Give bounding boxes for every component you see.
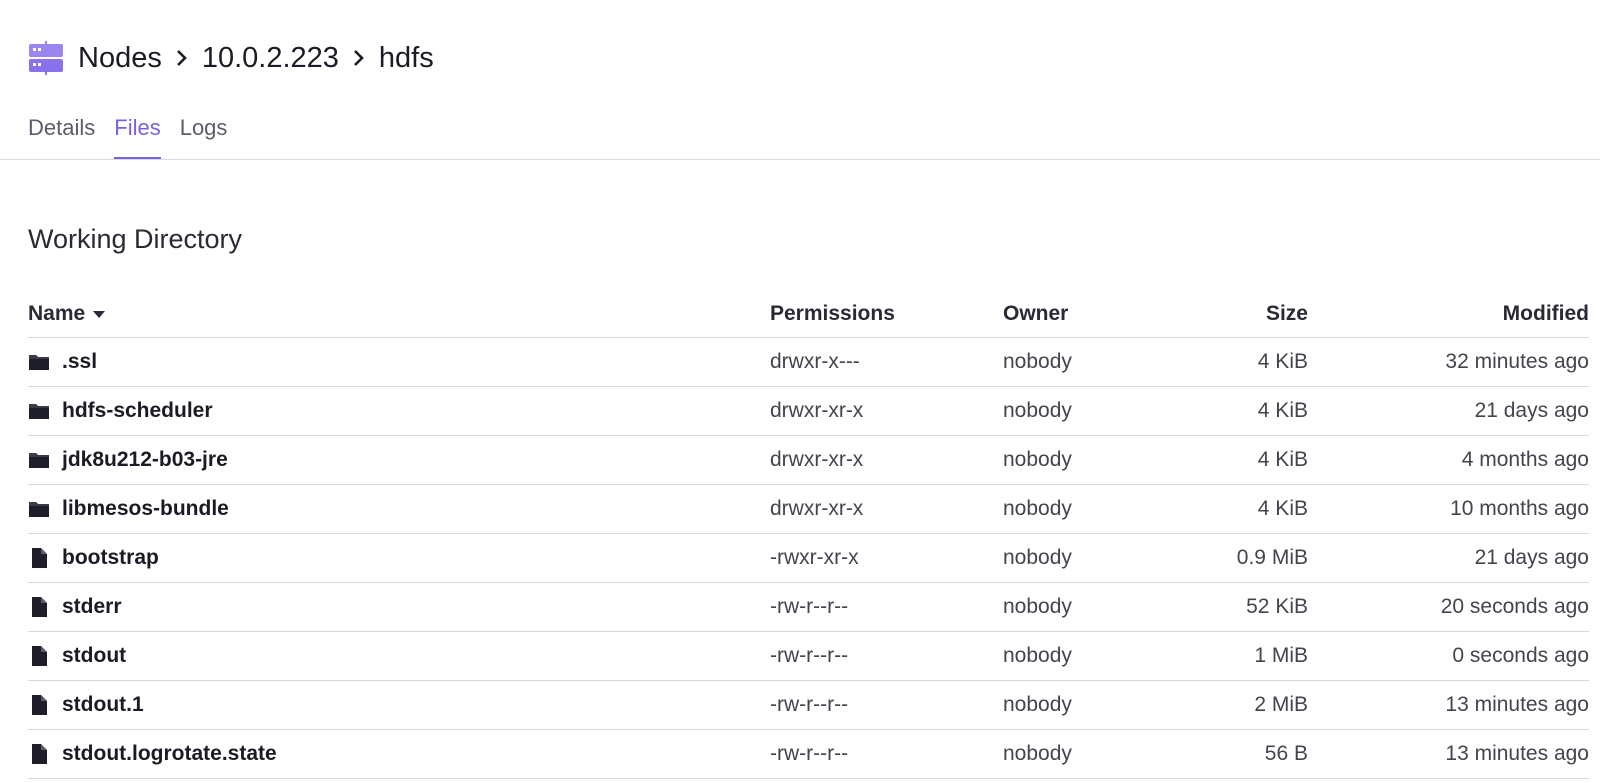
file-icon	[28, 547, 50, 569]
modified-cell: 21 days ago	[1474, 399, 1589, 422]
file-name-link[interactable]: stdout.1	[62, 681, 144, 729]
size-cell: 4 KiB	[1257, 497, 1308, 520]
file-icon	[28, 694, 50, 716]
file-name-link[interactable]: hdfs-scheduler	[62, 387, 213, 435]
file-name-link[interactable]: stdout	[62, 632, 126, 680]
permissions-cell: -rw-r--r--	[770, 644, 849, 667]
server-icon	[28, 41, 64, 75]
modified-cell: 21 days ago	[1474, 546, 1589, 569]
section-title: Working Directory	[28, 224, 243, 254]
table-row[interactable]: .ssl drwxr-x--- nobody 4 KiB 32 minutes ago	[28, 338, 1589, 387]
modified-cell: 13 minutes ago	[1445, 742, 1589, 765]
breadcrumb-nodes[interactable]: Nodes	[78, 36, 162, 80]
size-cell: 0.9 MiB	[1236, 546, 1308, 569]
tab-divider	[0, 159, 1600, 160]
folder-icon	[28, 400, 50, 422]
files-table: Name Permissions Owner Size Modified .ss…	[28, 290, 1589, 779]
permissions-cell: drwxr-xr-x	[770, 448, 864, 471]
name-cell: stderr	[28, 583, 122, 631]
table-row[interactable]: bootstrap -rwxr-xr-x nobody 0.9 MiB 21 days …	[28, 534, 1589, 583]
column-header-name-label: Name	[28, 302, 86, 325]
owner-cell: nobody	[1003, 595, 1072, 618]
owner-cell: nobody	[1003, 644, 1072, 667]
folder-icon	[28, 449, 50, 471]
folder-icon	[28, 351, 50, 373]
owner-cell: nobody	[1003, 399, 1072, 422]
folder-icon	[28, 498, 50, 520]
name-cell: jdk8u212-b03-jre	[28, 436, 228, 484]
owner-cell: nobody	[1003, 546, 1072, 569]
breadcrumb: Nodes 10.0.2.223 hdfs	[28, 36, 434, 80]
modified-cell: 32 minutes ago	[1445, 350, 1589, 373]
size-cell: 4 KiB	[1257, 448, 1308, 471]
table-row[interactable]: hdfs-scheduler drwxr-xr-x nobody 4 KiB 21 da…	[28, 387, 1589, 436]
tab-bar: Details Files Logs	[28, 108, 246, 160]
table-row[interactable]: jdk8u212-b03-jre drwxr-xr-x nobody 4 KiB 4 m…	[28, 436, 1589, 485]
name-cell: .ssl	[28, 338, 97, 386]
file-icon	[28, 743, 50, 765]
column-header-modified[interactable]: Modified	[1503, 290, 1589, 337]
tab-logs[interactable]: Logs	[180, 108, 228, 160]
permissions-cell: drwxr-xr-x	[770, 399, 864, 422]
name-cell: bootstrap	[28, 534, 159, 582]
file-name-link[interactable]: bootstrap	[62, 534, 159, 582]
file-name-link[interactable]: stdout.logrotate.state	[62, 730, 277, 778]
file-icon	[28, 645, 50, 667]
file-icon	[28, 596, 50, 618]
owner-cell: nobody	[1003, 742, 1072, 765]
size-cell: 2 MiB	[1254, 693, 1308, 716]
permissions-cell: -rw-r--r--	[770, 742, 849, 765]
tab-details[interactable]: Details	[28, 108, 95, 160]
table-header: Name Permissions Owner Size Modified	[28, 290, 1589, 338]
file-name-link[interactable]: .ssl	[62, 338, 97, 386]
breadcrumb-node-ip[interactable]: 10.0.2.223	[202, 36, 339, 80]
permissions-cell: drwxr-xr-x	[770, 497, 864, 520]
owner-cell: nobody	[1003, 497, 1072, 520]
modified-cell: 4 months ago	[1461, 448, 1589, 471]
file-browser-page: Nodes 10.0.2.223 hdfs Details Files Logs…	[0, 0, 1600, 783]
table-row[interactable]: stdout -rw-r--r-- nobody 1 MiB 0 seconds ago	[28, 632, 1589, 681]
name-cell: stdout.logrotate.state	[28, 730, 277, 778]
modified-cell: 13 minutes ago	[1445, 693, 1589, 716]
table-body: .ssl drwxr-x--- nobody 4 KiB 32 minutes ago h…	[28, 338, 1589, 779]
permissions-cell: -rwxr-xr-x	[770, 546, 859, 569]
modified-cell: 20 seconds ago	[1440, 595, 1589, 618]
owner-cell: nobody	[1003, 350, 1072, 373]
size-cell: 56 B	[1264, 742, 1308, 765]
owner-cell: nobody	[1003, 693, 1072, 716]
name-cell: stdout.1	[28, 681, 144, 729]
file-name-link[interactable]: jdk8u212-b03-jre	[62, 436, 228, 484]
column-header-permissions[interactable]: Permissions	[770, 290, 895, 337]
permissions-cell: drwxr-x---	[770, 350, 860, 373]
table-row[interactable]: stderr -rw-r--r-- nobody 52 KiB 20 seconds a…	[28, 583, 1589, 632]
chevron-right-icon	[162, 36, 202, 80]
size-cell: 4 KiB	[1257, 350, 1308, 373]
table-row[interactable]: libmesos-bundle drwxr-xr-x nobody 4 KiB 10 m…	[28, 485, 1589, 534]
name-cell: hdfs-scheduler	[28, 387, 213, 435]
file-name-link[interactable]: stderr	[62, 583, 122, 631]
breadcrumb-current: hdfs	[378, 42, 434, 74]
tab-files[interactable]: Files	[114, 108, 162, 160]
column-header-size[interactable]: Size	[1266, 290, 1308, 337]
size-cell: 4 KiB	[1257, 399, 1308, 422]
column-header-name[interactable]: Name	[28, 290, 106, 337]
owner-cell: nobody	[1003, 448, 1072, 471]
name-cell: stdout	[28, 632, 126, 680]
sort-caret-down-icon	[93, 310, 106, 318]
column-header-owner[interactable]: Owner	[1003, 290, 1068, 337]
permissions-cell: -rw-r--r--	[770, 595, 849, 618]
size-cell: 1 MiB	[1254, 644, 1308, 667]
modified-cell: 10 months ago	[1450, 497, 1589, 520]
size-cell: 52 KiB	[1246, 595, 1308, 618]
table-row[interactable]: stdout.1 -rw-r--r-- nobody 2 MiB 13 minutes …	[28, 681, 1589, 730]
permissions-cell: -rw-r--r--	[770, 693, 849, 716]
name-cell: libmesos-bundle	[28, 485, 229, 533]
chevron-right-icon	[339, 36, 379, 80]
file-name-link[interactable]: libmesos-bundle	[62, 485, 229, 533]
modified-cell: 0 seconds ago	[1452, 644, 1589, 667]
table-row[interactable]: stdout.logrotate.state -rw-r--r-- nobody 56…	[28, 730, 1589, 779]
